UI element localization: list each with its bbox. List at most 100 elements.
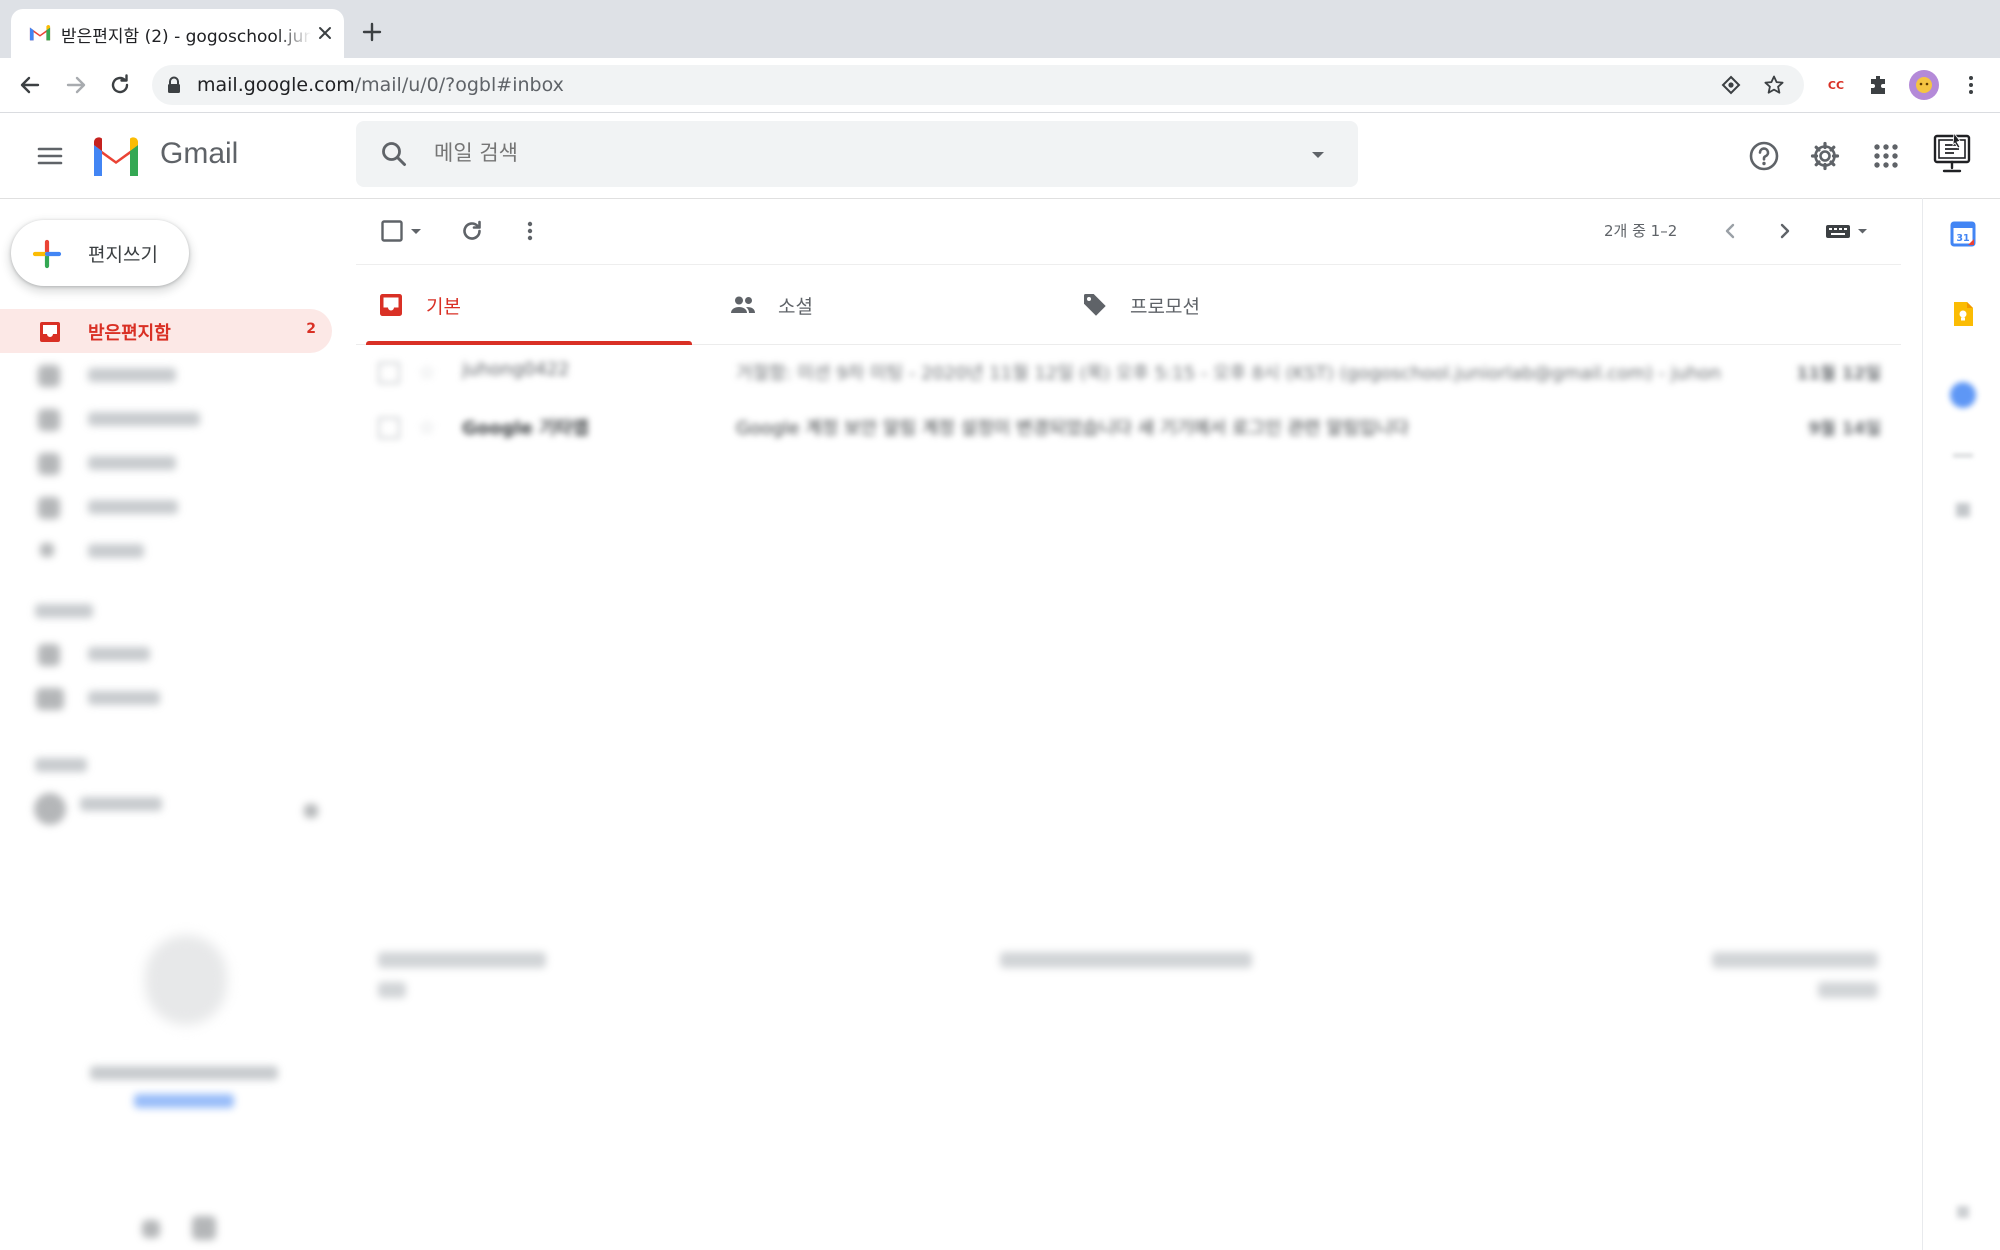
input-tools-keyboard-icon[interactable] <box>1824 219 1872 243</box>
gmail-header: Gmail <box>0 113 2000 199</box>
terms-privacy-links-blurred[interactable] <box>1000 952 1252 968</box>
tag-icon <box>1084 294 1106 316</box>
url-host: mail.google.com <box>197 74 355 96</box>
activity-details-link-blurred[interactable] <box>1818 982 1878 998</box>
sidebar-item-inbox[interactable]: 받은편지함 2 <box>0 309 332 353</box>
close-tab-icon[interactable] <box>315 23 335 43</box>
newer-page-chevron-left-icon[interactable] <box>1718 219 1742 243</box>
hangouts-person-icon-blurred[interactable] <box>142 1220 160 1238</box>
reload-icon[interactable] <box>107 72 133 98</box>
tab-primary-label: 기본 <box>426 296 461 318</box>
extensions-puzzle-icon[interactable] <box>1866 72 1892 98</box>
browser-menu-kebab-icon[interactable] <box>1958 72 1984 98</box>
sidebar-item-icon-blurred[interactable] <box>38 497 60 519</box>
new-tab-plus-icon[interactable] <box>360 20 384 44</box>
message-select-checkbox[interactable] <box>378 417 400 439</box>
sidebar-item-icon-blurred[interactable] <box>40 543 54 557</box>
bookmark-star-icon[interactable] <box>1763 74 1785 96</box>
pagination-range: 2개 중 1–2 <box>1604 222 1678 240</box>
tab-promotions[interactable]: 프로모션 <box>1060 265 1396 344</box>
tab-promotions-label: 프로모션 <box>1130 296 1200 318</box>
older-page-chevron-right-icon[interactable] <box>1773 219 1797 243</box>
address-bar[interactable]: mail.google.com/mail/u/0/?ogbl#inbox <box>152 65 1804 105</box>
gmail-logo-icon[interactable] <box>90 137 142 177</box>
message-date: 9월 14일 <box>1808 419 1881 439</box>
sidebar-item-icon-blurred[interactable] <box>36 688 64 710</box>
storage-usage-blurred <box>378 952 546 968</box>
google-apps-grid-icon[interactable] <box>1870 140 1902 172</box>
sidebar-item-icon-blurred[interactable] <box>38 453 60 475</box>
hangouts-empty-illustration <box>145 935 227 1025</box>
hangouts-start-link-blurred[interactable] <box>134 1094 234 1108</box>
contact-add-icon-blurred[interactable] <box>304 804 318 818</box>
sidebar-item-blurred[interactable] <box>88 456 176 470</box>
side-panel-divider <box>1953 454 1973 457</box>
sidebar-item-blurred[interactable] <box>88 544 144 558</box>
sidebar-item-icon-blurred[interactable] <box>38 365 60 387</box>
profile-avatar-icon[interactable] <box>1909 70 1939 100</box>
contact-name-blurred[interactable] <box>80 797 162 811</box>
google-calendar-icon[interactable]: 31 <box>1949 220 1977 248</box>
more-options-kebab-icon[interactable] <box>518 219 542 243</box>
back-arrow-icon[interactable] <box>17 72 43 98</box>
message-select-checkbox[interactable] <box>378 362 400 384</box>
sidebar-item-blurred[interactable] <box>88 412 200 426</box>
compose-button[interactable]: 편지쓰기 <box>11 220 189 286</box>
message-list-toolbar: 2개 중 1–2 <box>356 198 1901 265</box>
contact-avatar-blurred[interactable] <box>34 793 66 825</box>
google-keep-icon[interactable] <box>1949 300 1977 328</box>
view-site-icon[interactable] <box>1720 74 1742 96</box>
url-path: /mail/u/0/?ogbl#inbox <box>354 74 564 96</box>
sidebar-item-icon-blurred[interactable] <box>38 409 60 431</box>
search-options-caret-icon[interactable] <box>1306 143 1330 167</box>
sidebar-item-inbox-label: 받은편지함 <box>88 323 171 344</box>
url-text[interactable]: mail.google.com/mail/u/0/?ogbl#inbox <box>197 74 564 96</box>
select-menu-caret-icon[interactable] <box>408 219 424 243</box>
inbox-icon <box>40 322 60 342</box>
svg-text:31: 31 <box>1956 233 1969 244</box>
message-sender: Google 기타앱 <box>462 418 589 439</box>
sidebar-item-blurred[interactable] <box>88 647 150 661</box>
message-star-icon[interactable]: ☆ <box>418 360 436 384</box>
mail-search-bar[interactable] <box>356 121 1358 187</box>
tab-social[interactable]: 소셜 <box>708 265 1044 344</box>
hangouts-chat-icon-blurred[interactable] <box>192 1216 216 1240</box>
tab-social-label: 소셜 <box>778 296 813 318</box>
inbox-unread-count: 2 <box>306 321 316 337</box>
browser-tab[interactable]: 받은편지함 (2) - gogoschool.juniorlab@gmail.c… <box>11 9 344 58</box>
browser-tab-title: 받은편지함 (2) - gogoschool.juniorlab@gmail.c… <box>61 27 311 47</box>
tab-primary[interactable]: 기본 <box>356 265 692 345</box>
side-panel: 31 <box>1922 198 2000 1250</box>
inbox-tray-icon <box>380 294 402 316</box>
select-all-checkbox-icon[interactable] <box>380 219 404 243</box>
lock-icon[interactable] <box>166 76 182 94</box>
refresh-icon[interactable] <box>460 219 484 243</box>
sidebar-item-blurred[interactable] <box>88 691 160 705</box>
message-row[interactable]: ☆ juhong0422 거절함: 미션 9차 미팅 - 2020년 11월 1… <box>356 344 1901 398</box>
help-icon[interactable] <box>1748 140 1780 172</box>
message-subject-snippet: Google 계정 보안 알림 계정 설정이 변경되었습니다 새 기기에서 로그… <box>736 418 1409 439</box>
sidebar-item-blurred[interactable] <box>88 500 178 514</box>
sidebar-item-icon-blurred[interactable] <box>38 644 60 666</box>
sidebar-section-heading-blurred <box>35 604 93 618</box>
account-avatar-icon[interactable] <box>1932 133 1972 175</box>
last-activity-blurred <box>1712 952 1878 968</box>
forward-arrow-icon[interactable] <box>63 72 89 98</box>
browser-toolbar: mail.google.com/mail/u/0/?ogbl#inbox CC <box>0 58 2000 113</box>
sidebar-item-blurred[interactable] <box>88 368 176 382</box>
search-icon[interactable] <box>380 140 408 168</box>
storage-manage-link-blurred[interactable] <box>378 982 406 998</box>
hide-side-panel-chevron-icon[interactable] <box>1957 1206 1969 1218</box>
get-addons-plus-icon[interactable] <box>1956 503 1970 517</box>
people-icon <box>731 296 755 313</box>
svg-text:CC: CC <box>1828 79 1844 92</box>
category-tabs: 기본 소셜 프로모션 <box>356 265 1901 345</box>
main-menu-hamburger-icon[interactable] <box>36 142 64 170</box>
google-tasks-icon[interactable] <box>1950 382 1976 408</box>
cc-extension-icon[interactable]: CC <box>1823 72 1849 98</box>
message-sender: juhong0422 <box>462 359 570 380</box>
message-star-icon[interactable]: ☆ <box>418 415 436 439</box>
settings-gear-icon[interactable] <box>1809 140 1841 172</box>
message-row[interactable]: ☆ Google 기타앱 Google 계정 보안 알림 계정 설정이 변경되었… <box>356 399 1901 453</box>
search-input[interactable] <box>434 141 1234 165</box>
